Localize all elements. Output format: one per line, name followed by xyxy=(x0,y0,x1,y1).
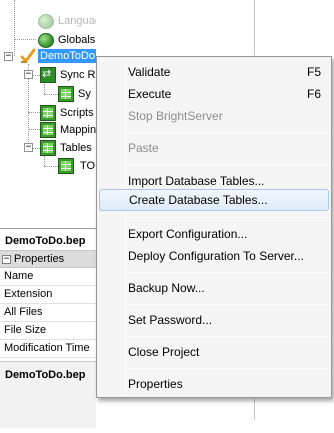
table-grid-icon xyxy=(58,158,74,174)
property-row[interactable]: File Size xyxy=(0,322,96,340)
globe-icon xyxy=(38,32,54,48)
collapse-toggle-icon[interactable]: − xyxy=(2,254,11,264)
menu-item-execute[interactable]: Execute F6 xyxy=(99,83,329,105)
menu-item-label: Import Database Tables... xyxy=(128,174,265,188)
sync-icon xyxy=(40,67,56,83)
tree-node-languages[interactable]: Languages xyxy=(38,12,96,30)
tree-connector xyxy=(44,84,45,94)
tree-connector xyxy=(44,166,58,167)
menu-item-label: Backup Now... xyxy=(128,281,205,295)
menu-item-close-project[interactable]: Close Project xyxy=(99,341,329,363)
menu-separator xyxy=(128,368,329,369)
menu-separator xyxy=(128,132,329,133)
menu-item-backup-now[interactable]: Backup Now... xyxy=(99,277,329,299)
properties-title: DemoToDo.bep xyxy=(0,229,96,251)
tree-node-project[interactable]: DemoToDo.b xyxy=(20,47,96,65)
property-row[interactable]: Modification Time xyxy=(0,340,96,358)
menu-item-shortcut: F6 xyxy=(306,87,321,101)
menu-separator xyxy=(128,304,329,305)
menu-item-label: Create Database Tables... xyxy=(129,193,268,207)
table-grid-icon xyxy=(58,86,74,102)
property-row[interactable]: All Files xyxy=(0,304,96,322)
collapse-toggle-icon[interactable]: − xyxy=(4,52,13,61)
table-grid-icon xyxy=(40,122,56,138)
tree-node-sync-child[interactable]: Sy xyxy=(58,85,91,103)
table-grid-icon xyxy=(40,140,56,156)
menu-item-label: Validate xyxy=(128,65,171,79)
globe-icon xyxy=(38,13,54,29)
properties-description: DemoToDo.bep xyxy=(0,361,96,428)
context-menu: Validate F5 Execute F6 Stop BrightServer… xyxy=(96,56,332,398)
menu-item-label: Execute xyxy=(128,87,172,101)
properties-category[interactable]: − Properties xyxy=(0,251,96,268)
menu-separator xyxy=(128,164,329,165)
tree-connector xyxy=(14,39,36,40)
table-grid-icon xyxy=(40,105,56,121)
menu-item-set-password[interactable]: Set Password... xyxy=(99,309,329,331)
menu-item-paste[interactable]: Paste xyxy=(99,137,329,159)
menu-item-properties[interactable]: Properties xyxy=(99,373,329,395)
property-row[interactable]: Extension xyxy=(0,286,96,304)
tree-node-label: Languages xyxy=(58,15,96,27)
tree-connector xyxy=(14,0,15,56)
tree-node-mappings[interactable]: Mappin xyxy=(40,121,96,139)
tree-connector xyxy=(44,156,45,166)
tree-node-tables[interactable]: Tables xyxy=(40,139,92,157)
collapse-toggle-icon[interactable]: − xyxy=(24,143,33,152)
menu-item-label: Close Project xyxy=(128,345,200,359)
menu-item-deploy-configuration[interactable]: Deploy Configuration To Server... xyxy=(99,245,329,267)
menu-item-validate[interactable]: Validate F5 xyxy=(99,61,329,83)
project-tree[interactable]: Languages Globals − DemoToDo.b − Sync R … xyxy=(0,0,96,228)
menu-item-label: Deploy Configuration To Server... xyxy=(128,249,304,263)
tree-node-label: TO xyxy=(80,160,96,172)
menu-item-label: Stop BrightServer xyxy=(128,109,223,123)
menu-item-label: Set Password... xyxy=(128,313,213,327)
menu-item-shortcut: F5 xyxy=(306,65,321,79)
tree-connector xyxy=(28,112,40,113)
menu-separator xyxy=(128,336,329,337)
project-check-icon xyxy=(20,48,36,63)
collapse-toggle-icon[interactable]: − xyxy=(24,70,33,79)
tree-node-label: Tables xyxy=(60,142,92,154)
tree-node-label: Globals xyxy=(58,34,96,46)
tree-node-label: Sync R xyxy=(60,69,96,81)
tree-node-label: Scripts xyxy=(60,107,94,119)
menu-item-stop-brightserver[interactable]: Stop BrightServer xyxy=(99,105,329,127)
menu-separator xyxy=(128,217,329,218)
tree-node-table-child[interactable]: TO xyxy=(58,157,95,175)
tree-node-sync-rules[interactable]: Sync R xyxy=(40,66,95,84)
menu-item-export-configuration[interactable]: Export Configuration... xyxy=(99,223,329,245)
menu-item-label: Properties xyxy=(128,377,183,391)
properties-panel: DemoToDo.bep − Properties Name Extension… xyxy=(0,228,96,428)
menu-item-label: Export Configuration... xyxy=(128,227,248,241)
tree-node-label: Sy xyxy=(78,88,91,100)
menu-item-label: Paste xyxy=(128,141,159,155)
tree-connector xyxy=(44,94,58,95)
properties-category-label: Properties xyxy=(14,253,65,265)
tree-node-label: DemoToDo.b xyxy=(38,49,96,63)
tree-node-scripts[interactable]: Scripts xyxy=(40,104,94,122)
tree-node-label: Mappin xyxy=(60,124,96,136)
menu-separator xyxy=(128,272,329,273)
menu-item-create-database-tables[interactable]: Create Database Tables... xyxy=(99,189,329,211)
tree-connector xyxy=(28,129,40,130)
property-row[interactable]: Name xyxy=(0,268,96,286)
